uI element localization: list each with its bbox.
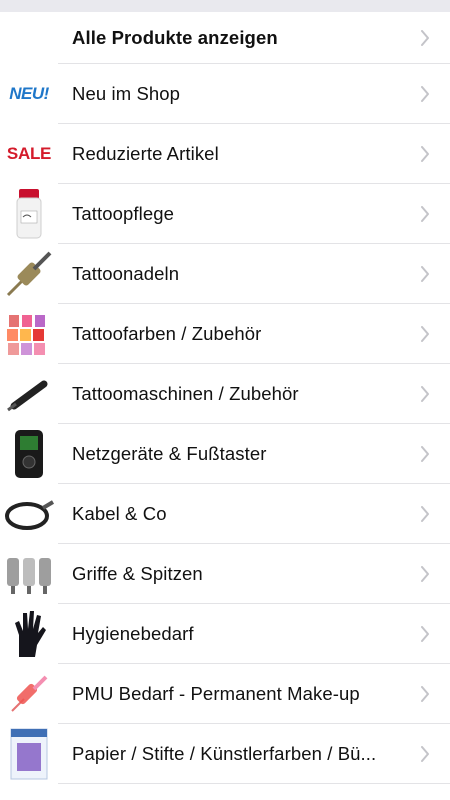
category-row-pmu[interactable]: PMU Bedarf - Permanent Make-up <box>0 664 450 724</box>
category-label: Netzgeräte & Fußtaster <box>72 443 267 464</box>
category-row-tattoo-care[interactable]: Tattoopflege <box>0 184 450 244</box>
category-label: Tattoopflege <box>72 203 175 224</box>
category-row-all-products[interactable]: Alle Produkte anzeigen <box>0 12 450 64</box>
category-label: Tattoomaschinen / Zubehör <box>72 383 299 404</box>
chevron-right-icon <box>420 206 450 222</box>
chevron-right-icon <box>420 446 450 462</box>
neu-logo: NEU! <box>9 84 49 103</box>
category-row-hygiene[interactable]: Hygienebedarf <box>0 604 450 664</box>
pmu-needle-icon <box>0 665 58 723</box>
chevron-right-icon <box>420 266 450 282</box>
category-label: Papier / Stifte / Künstlerfarben / Bü... <box>72 743 377 764</box>
cable-icon <box>0 485 58 543</box>
chevron-right-icon <box>420 86 450 102</box>
category-label: PMU Bedarf - Permanent Make-up <box>72 683 360 704</box>
category-label: Tattoofarben / Zubehör <box>72 323 262 344</box>
category-label: Tattoonadeln <box>72 263 180 284</box>
chevron-right-icon <box>420 386 450 402</box>
category-row-sale[interactable]: SALE Reduzierte Artikel <box>0 124 450 184</box>
category-row-inks[interactable]: Tattoofarben / Zubehör <box>0 304 450 364</box>
category-row-needles[interactable]: Tattoonadeln <box>0 244 450 304</box>
chevron-right-icon <box>420 506 450 522</box>
cream-jar-icon <box>0 185 58 243</box>
chevron-right-icon <box>420 686 450 702</box>
grips-icon <box>0 545 58 603</box>
chevron-right-icon <box>420 146 450 162</box>
needle-cartridge-icon <box>0 245 58 303</box>
category-label: Neu im Shop <box>72 83 181 104</box>
category-label: Griffe & Spitzen <box>72 563 203 584</box>
ink-bottles-icon <box>0 305 58 363</box>
sale-logo: SALE <box>6 144 52 163</box>
category-row-paper[interactable]: Papier / Stifte / Künstlerfarben / Bü... <box>0 724 450 784</box>
chevron-right-icon <box>420 746 450 762</box>
category-label: Hygienebedarf <box>72 623 194 644</box>
category-label: Reduzierte Artikel <box>72 143 219 164</box>
chevron-right-icon <box>420 326 450 342</box>
category-label: Kabel & Co <box>72 503 167 524</box>
category-row-machines[interactable]: Tattoomaschinen / Zubehör <box>0 364 450 424</box>
category-row-grips[interactable]: Griffe & Spitzen <box>0 544 450 604</box>
chevron-right-icon <box>420 626 450 642</box>
category-row-cables[interactable]: Kabel & Co <box>0 484 450 544</box>
empty-thumb <box>0 9 58 67</box>
power-supply-icon <box>0 425 58 483</box>
glove-icon <box>0 605 58 663</box>
category-row-power-supplies[interactable]: Netzgeräte & Fußtaster <box>0 424 450 484</box>
chevron-right-icon <box>420 566 450 582</box>
chevron-right-icon <box>420 30 450 46</box>
tattoo-pen-icon <box>0 365 58 423</box>
category-row-new[interactable]: NEU! Neu im Shop <box>0 64 450 124</box>
category-label: Alle Produkte anzeigen <box>72 27 278 48</box>
paper-pad-icon <box>0 725 58 783</box>
category-list: Alle Produkte anzeigen NEU! Neu im Shop … <box>0 12 450 784</box>
status-bar-strip <box>0 0 450 12</box>
